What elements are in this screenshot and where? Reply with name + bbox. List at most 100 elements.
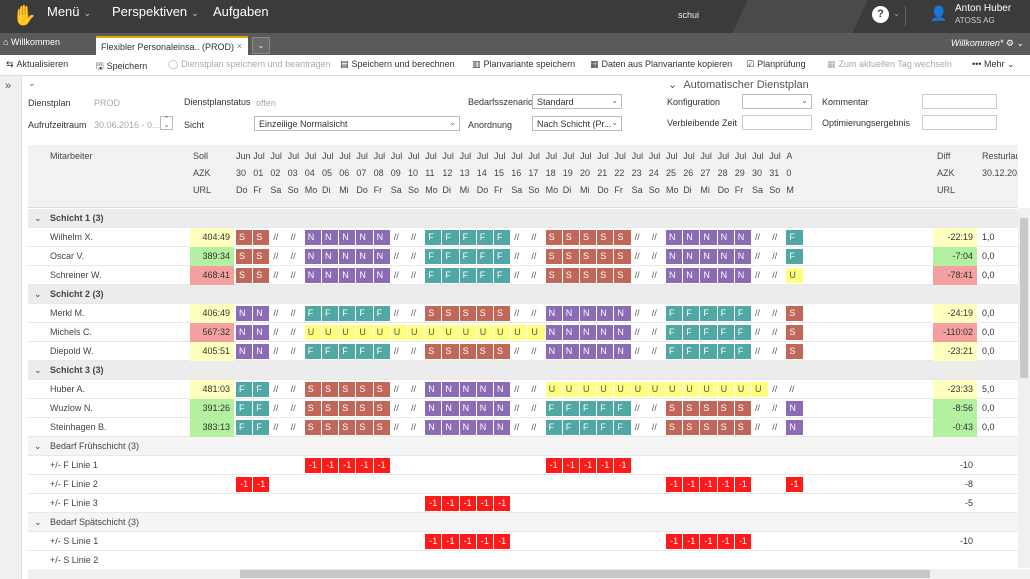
shift-cell-N[interactable]: N [562, 344, 579, 359]
shift-cell-F[interactable]: F [614, 401, 631, 416]
column-header-weekday[interactable]: Sa [511, 185, 522, 195]
shift-cell-free[interactable]: // [391, 230, 407, 245]
column-header-diff[interactable]: URL [937, 185, 955, 195]
shift-cell-F[interactable]: F [494, 268, 511, 283]
shift-cell-free[interactable]: // [288, 249, 304, 264]
shift-cell-N[interactable]: N [425, 382, 442, 397]
shift-cell-F[interactable]: F [322, 306, 339, 321]
employee-name[interactable]: Wilhelm X. [50, 232, 93, 242]
shift-cell-U[interactable]: U [373, 325, 390, 340]
shift-cell-N[interactable]: N [597, 344, 614, 359]
shift-cell-S[interactable]: S [236, 230, 253, 245]
shift-cell-free[interactable]: // [752, 401, 768, 416]
shift-cell-U[interactable]: U [442, 325, 459, 340]
column-header-weekday[interactable]: So [288, 185, 299, 195]
column-header-day[interactable]: 17 [528, 168, 538, 178]
shift-cell-F[interactable]: F [700, 325, 717, 340]
shift-cell-F[interactable]: F [545, 420, 562, 435]
shift-cell-free[interactable]: // [752, 306, 768, 321]
column-header-month[interactable]: Jul [460, 151, 472, 161]
column-header-day[interactable]: 30 [752, 168, 762, 178]
column-header-weekday[interactable]: So [649, 185, 660, 195]
shift-cell-free[interactable]: // [270, 420, 286, 435]
shift-cell-F[interactable]: F [356, 306, 373, 321]
shift-cell-S[interactable]: S [666, 420, 683, 435]
column-header-day[interactable]: 24 [649, 168, 659, 178]
shift-cell-N[interactable]: N [614, 325, 631, 340]
shift-cell-S[interactable]: S [734, 420, 751, 435]
shift-cell-free[interactable]: // [752, 230, 768, 245]
shift-cell-free[interactable]: // [649, 344, 665, 359]
shift-cell-S[interactable]: S [476, 306, 493, 321]
shift-cell-S[interactable]: S [580, 230, 597, 245]
anordnung-select[interactable]: Nach Schicht (Pr... ⌄ [532, 116, 622, 131]
bedarf-deficit-cell[interactable]: -1 [717, 534, 734, 549]
shift-cell-U[interactable]: U [614, 382, 631, 397]
shift-cell-U[interactable]: U [734, 382, 751, 397]
shift-cell-free[interactable]: // [288, 382, 304, 397]
column-header-weekday[interactable]: Di [683, 185, 692, 195]
shift-cell-free[interactable]: // [391, 268, 407, 283]
shift-cell-U[interactable]: U [786, 268, 803, 283]
shift-cell-N[interactable]: N [442, 382, 459, 397]
shift-cell-S[interactable]: S [683, 401, 700, 416]
column-header-month[interactable]: Jul [270, 151, 282, 161]
shift-cell-free[interactable]: // [528, 306, 544, 321]
column-header-day[interactable]: 11 [425, 168, 434, 178]
column-header-month[interactable]: Jul [597, 151, 609, 161]
bedarf-row[interactable]: +/- S Linie 1 -1 -1 -1 -1 -1 -1 -1 -1 -1 -1 -10 [28, 532, 1018, 551]
shift-cell-F[interactable]: F [597, 420, 614, 435]
shift-cell-S[interactable]: S [459, 306, 476, 321]
bedarf-deficit-cell[interactable]: -1 [666, 477, 683, 492]
shift-cell-F[interactable]: F [459, 230, 476, 245]
shift-cell-S[interactable]: S [683, 420, 700, 435]
shift-cell-N[interactable]: N [545, 306, 562, 321]
shift-cell-N[interactable]: N [683, 268, 700, 283]
column-header-weekday[interactable]: Do [597, 185, 609, 195]
shift-cell-U[interactable]: U [528, 325, 545, 340]
shift-cell-N[interactable]: N [734, 268, 751, 283]
column-header-month[interactable]: Jul [408, 151, 420, 161]
shift-cell-N[interactable]: N [666, 230, 683, 245]
shift-cell-free[interactable]: // [408, 344, 424, 359]
column-header-weekday[interactable]: Sa [752, 185, 763, 195]
collapse-icon[interactable]: ⌄ [28, 78, 36, 89]
shift-cell-F[interactable]: F [356, 344, 373, 359]
column-header-day[interactable]: 26 [683, 168, 693, 178]
shift-cell-S[interactable]: S [373, 420, 390, 435]
shift-cell-S[interactable]: S [373, 382, 390, 397]
column-header-month[interactable]: A [786, 151, 792, 161]
shift-cell-free[interactable]: // [769, 401, 785, 416]
bedarf-deficit-cell[interactable]: -1 [717, 477, 734, 492]
shift-cell-free[interactable]: // [288, 420, 304, 435]
shift-cell-free[interactable]: // [528, 401, 544, 416]
column-header-day[interactable]: 14 [477, 168, 487, 178]
shift-cell-F[interactable]: F [253, 382, 270, 397]
shift-cell-F[interactable]: F [253, 420, 270, 435]
shift-cell-free[interactable]: // [649, 268, 665, 283]
shift-cell-F[interactable]: F [304, 306, 321, 321]
shift-cell-F[interactable]: F [734, 306, 751, 321]
shift-cell-S[interactable]: S [614, 230, 631, 245]
shift-cell-N[interactable]: N [580, 344, 597, 359]
tab-flexibler-personaleinsatz[interactable]: Flexibler Personaleinsa.. (PROD) × [96, 36, 248, 55]
column-header-day[interactable]: 15 [494, 168, 504, 178]
shift-cell-U[interactable]: U [580, 382, 597, 397]
employee-name[interactable]: Michels C. [50, 327, 92, 337]
column-header-month[interactable]: Jun [236, 151, 251, 161]
shift-cell-N[interactable]: N [236, 344, 253, 359]
shift-cell-F[interactable]: F [459, 249, 476, 264]
shift-cell-U[interactable]: U [700, 382, 717, 397]
shift-cell-free[interactable]: // [649, 325, 665, 340]
shift-cell-F[interactable]: F [476, 249, 493, 264]
shift-cell-N[interactable]: N [717, 249, 734, 264]
shift-cell-U[interactable]: U [476, 325, 493, 340]
shift-cell-F[interactable]: F [236, 420, 253, 435]
shift-cell-S[interactable]: S [717, 401, 734, 416]
group-header[interactable]: ⌄ Schicht 2 (3) [28, 285, 1018, 304]
shift-cell-N[interactable]: N [494, 382, 511, 397]
speichern-beantragen-button[interactable]: ◯ Dienstplan speichern und beantragen [168, 59, 331, 70]
column-header-month[interactable]: Jul [580, 151, 592, 161]
bedarf-row[interactable]: +/- S Linie 2 [28, 551, 1018, 570]
shift-cell-free[interactable]: // [528, 344, 544, 359]
